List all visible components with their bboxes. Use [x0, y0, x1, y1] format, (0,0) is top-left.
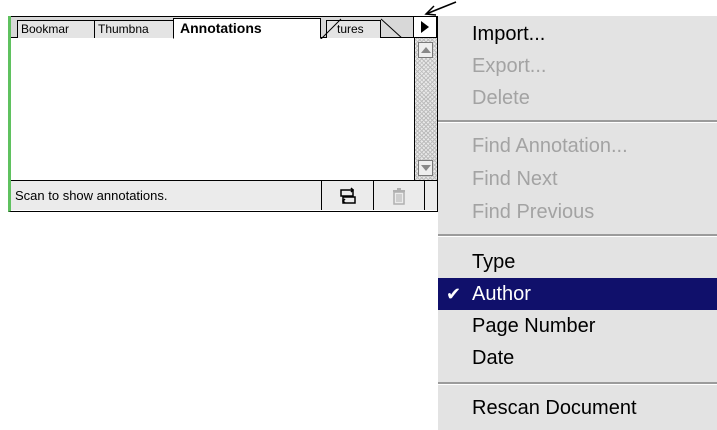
scroll-up-button[interactable]: [418, 42, 433, 58]
scroll-down-button[interactable]: [418, 160, 433, 176]
tab-thumbnails[interactable]: Thumbna: [94, 20, 174, 38]
delete-button[interactable]: [373, 181, 425, 210]
menu-separator: [438, 382, 717, 385]
palette-menu-button[interactable]: [413, 16, 437, 38]
annotations-palette: Bookmar Thumbna Annotations tures Scan t…: [8, 16, 438, 212]
refresh-icon: [339, 186, 356, 204]
tab-slant-decoration: [320, 18, 342, 39]
menu-item-type[interactable]: Type: [438, 246, 717, 278]
menu-item-find-annotation: Find Annotation...: [472, 135, 628, 157]
menu-item-author[interactable]: ✔ Author: [438, 278, 717, 310]
checkmark-icon: ✔: [446, 284, 462, 304]
menu-separator: [438, 120, 717, 123]
triangle-up-icon: [420, 47, 431, 53]
menu-item-page-number[interactable]: Page Number: [438, 310, 717, 342]
menu-item-import[interactable]: Import...: [438, 18, 717, 50]
menu-item-rescan-document[interactable]: Rescan Document: [438, 392, 717, 424]
rescan-button[interactable]: [321, 181, 373, 210]
menu-item-author-label: Author: [472, 283, 531, 305]
menu-item-find-next: Find Next: [472, 168, 558, 190]
trash-icon: [393, 187, 405, 205]
tab-overflow-slant: [380, 18, 404, 39]
menu-item-delete: Delete: [472, 87, 530, 109]
menu-item-date[interactable]: Date: [438, 342, 717, 374]
status-text: Scan to show annotations.: [15, 188, 168, 203]
status-bar: Scan to show annotations.: [11, 180, 437, 210]
menu-separator: [438, 234, 717, 237]
annotations-list[interactable]: [11, 38, 414, 180]
vertical-scrollbar[interactable]: [414, 38, 437, 180]
tab-bar: Bookmar Thumbna Annotations tures: [11, 16, 414, 39]
triangle-right-icon: [421, 21, 429, 33]
menu-item-find-previous: Find Previous: [472, 201, 595, 223]
menu-item-export: Export...: [472, 55, 547, 77]
palette-dropdown-menu: Import... Export... Delete Find Annotati…: [438, 16, 717, 430]
tab-annotations[interactable]: Annotations: [173, 18, 321, 39]
triangle-down-icon: [420, 165, 431, 171]
tab-bookmarks[interactable]: Bookmar: [17, 20, 95, 38]
